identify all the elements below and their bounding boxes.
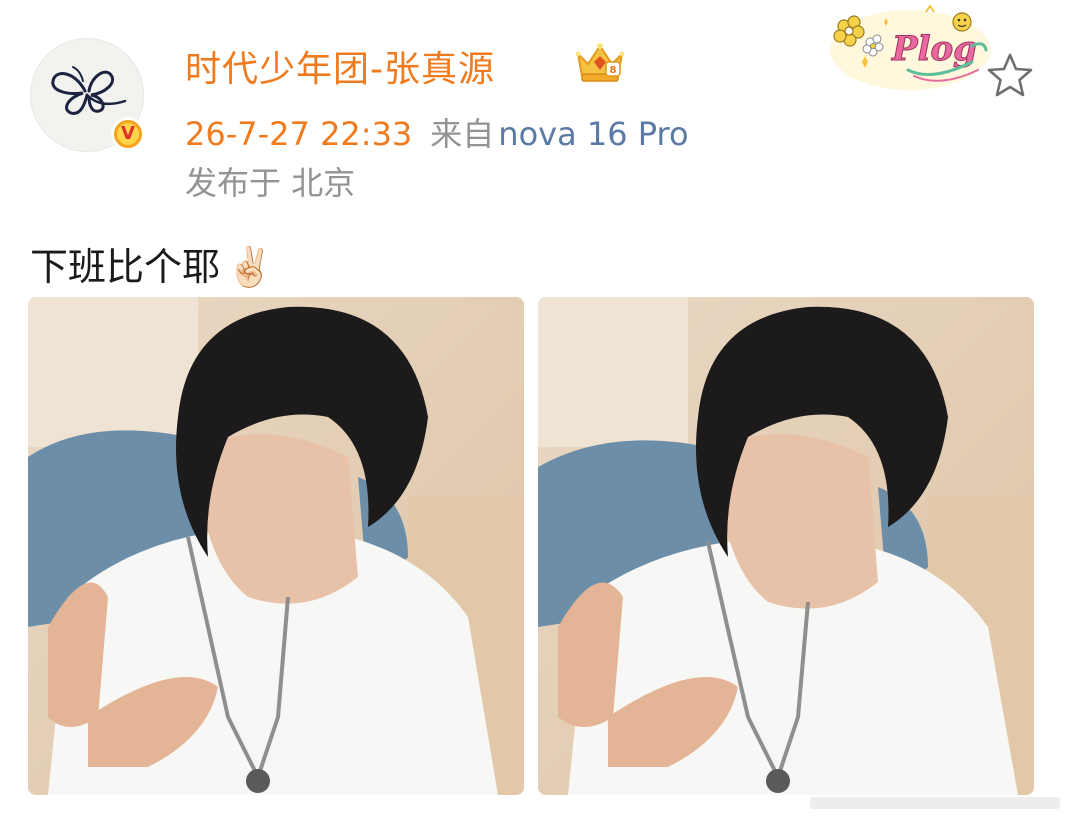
- plog-sticker: Plog: [830, 4, 990, 90]
- verified-v-badge-icon: V: [111, 117, 145, 151]
- victory-hand-emoji: ✌🏻: [226, 245, 274, 289]
- source-prefix: 来自: [430, 115, 495, 153]
- post-meta: 26-7-27 22:33 来自 nova 16 Pro: [185, 109, 689, 155]
- avatar[interactable]: V: [30, 38, 145, 152]
- svg-text:Plog: Plog: [891, 29, 977, 69]
- post-content: 下班比个耶 ✌🏻: [30, 236, 273, 291]
- butterfly-avatar-icon: [51, 66, 127, 115]
- star-icon[interactable]: [986, 52, 1034, 98]
- post-image-1[interactable]: [28, 297, 524, 795]
- crown-badge-icon[interactable]: 8: [572, 40, 628, 84]
- post-location: 发布于 北京: [185, 164, 356, 202]
- post-content-text: 下班比个耶: [30, 245, 221, 289]
- post-timestamp[interactable]: 26-7-27 22:33: [185, 115, 412, 153]
- post-image-2[interactable]: [538, 297, 1034, 795]
- source-device-link[interactable]: nova 16 Pro: [498, 115, 688, 153]
- selfie-photo: [538, 297, 1034, 795]
- watermark: [810, 797, 1060, 809]
- svg-text:8: 8: [610, 65, 617, 76]
- selfie-photo: [28, 297, 524, 795]
- author-name[interactable]: 时代少年团-张真源: [185, 40, 495, 92]
